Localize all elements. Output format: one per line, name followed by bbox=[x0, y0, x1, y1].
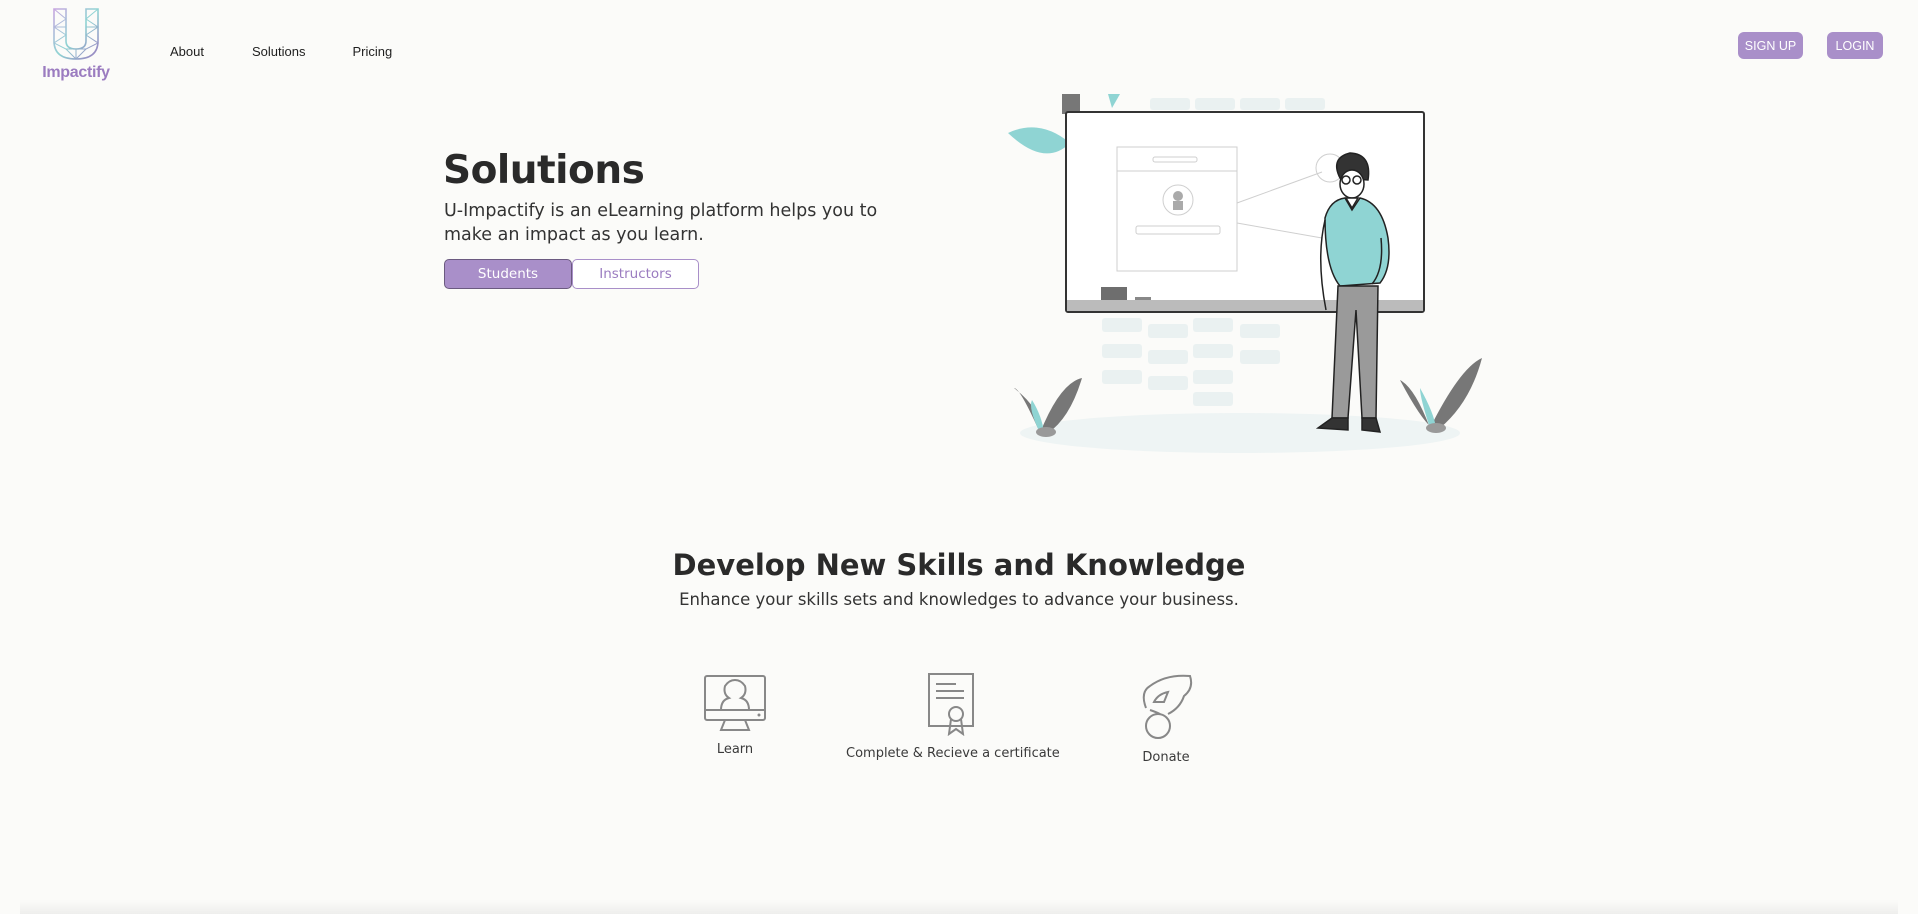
feature-label-learn: Learn bbox=[716, 742, 754, 757]
hero-subtitle: U-Impactify is an eLearning platform hel… bbox=[444, 201, 878, 245]
logo-u-icon bbox=[53, 8, 99, 60]
header: Impactify About Solutions Pricing SIGN U… bbox=[0, 0, 1918, 90]
login-button[interactable]: LOGIN bbox=[1827, 32, 1883, 59]
learn-monitor-icon bbox=[704, 675, 766, 731]
skills-title: Develop New Skills and Knowledge bbox=[672, 548, 1246, 582]
signup-button[interactable]: SIGN UP bbox=[1738, 32, 1803, 59]
logo-text: Impactify bbox=[42, 64, 110, 81]
hero-illustration bbox=[1008, 94, 1482, 453]
nav-solutions[interactable]: Solutions bbox=[252, 44, 305, 59]
nav-pricing[interactable]: Pricing bbox=[352, 44, 392, 59]
page-title: Solutions bbox=[443, 148, 645, 193]
feature-certificate: Complete & Recieve a certificate bbox=[846, 672, 1060, 761]
audience-toggle: Students Instructors bbox=[444, 259, 699, 289]
nav-about[interactable]: About bbox=[170, 44, 204, 59]
main-nav: About Solutions Pricing bbox=[170, 44, 439, 59]
footer-edge bbox=[20, 900, 1898, 914]
feature-learn: Learn bbox=[695, 672, 775, 757]
logo[interactable]: Impactify bbox=[38, 7, 114, 83]
certificate-icon bbox=[928, 673, 974, 736]
feature-label-certificate: Complete & Recieve a certificate bbox=[846, 746, 1060, 761]
instructors-tab[interactable]: Instructors bbox=[572, 259, 699, 289]
skills-subtitle: Enhance your skills sets and knowledges … bbox=[679, 590, 1239, 609]
feature-label-donate: Donate bbox=[1142, 750, 1190, 765]
students-tab[interactable]: Students bbox=[444, 259, 572, 289]
donate-hand-icon bbox=[1142, 674, 1193, 739]
feature-donate: Donate bbox=[1126, 672, 1206, 765]
